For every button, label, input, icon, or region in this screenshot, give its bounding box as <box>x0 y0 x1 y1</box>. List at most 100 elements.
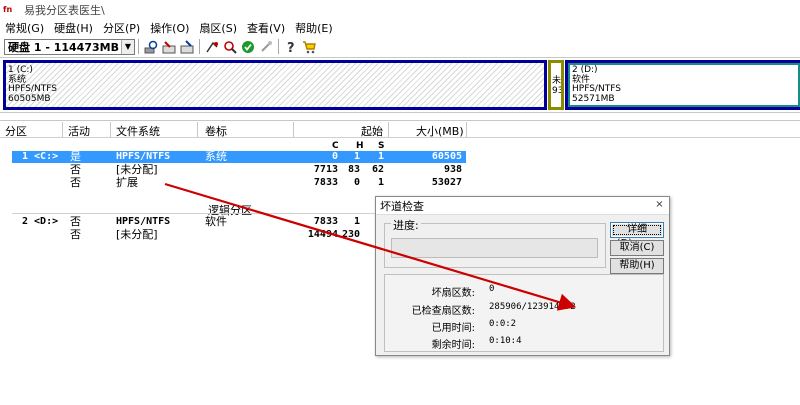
title-bar: fn 易我分区表医生\ <box>0 0 800 19</box>
bad-sector-icon[interactable] <box>204 39 220 55</box>
progress-label: 进度: <box>391 217 421 233</box>
column-separator <box>197 122 198 137</box>
check-icon[interactable] <box>240 39 256 55</box>
disk-map-partition-d[interactable]: 2 (D:) 软件 HPFS/NTFS 52571MB <box>565 60 800 110</box>
progress-bar <box>391 238 598 258</box>
partition-c-label: 系统 <box>8 74 27 85</box>
search-icon[interactable] <box>222 39 238 55</box>
column-header-filesystem[interactable]: 文件系统 <box>116 123 160 139</box>
column-header-label[interactable]: 卷标 <box>205 123 227 139</box>
row-start-c: 7833 <box>313 216 338 227</box>
disk-map-partition-c[interactable]: 1 (C:) 系统 HPFS/NTFS 60505MB <box>3 60 547 110</box>
toolbar-separator <box>138 39 139 54</box>
disk-search-icon[interactable] <box>143 39 159 55</box>
row-size: 53027 <box>431 177 462 188</box>
row-start-h: 0 <box>353 177 360 188</box>
details-button[interactable]: 详细(D)>>> <box>610 222 664 249</box>
svg-text:?: ? <box>287 41 295 54</box>
stats-panel: 坏扇区数: 0 已检查扇区数: 285906/123914572 已用时间: 0… <box>384 274 664 352</box>
stat-label: 坏扇区数: <box>431 288 475 299</box>
toolbar-separator <box>199 39 200 54</box>
menu-view[interactable]: 查看(V) <box>242 20 290 36</box>
table-row[interactable]: 1 <C:> 是 HPFS/NTFS 系统 0 1 1 60505 <box>0 151 800 163</box>
row-start-c: 7833 <box>313 177 338 188</box>
column-separator <box>293 122 294 137</box>
row-active: 否 <box>70 176 81 189</box>
partition-c-filesystem: HPFS/NTFS <box>8 84 57 94</box>
column-subheader-s: S <box>378 141 385 151</box>
column-header-partition[interactable]: 分区 <box>5 123 27 139</box>
menu-disk[interactable]: 硬盘(H) <box>49 20 98 36</box>
stat-label: 已检查扇区数: <box>411 306 475 317</box>
partition-recover-icon[interactable] <box>161 39 177 55</box>
row-size: 938 <box>443 164 462 175</box>
disk-map: 1 (C:) 系统 HPFS/NTFS 60505MB 未 93 2 (D:) … <box>0 57 800 113</box>
column-header-start[interactable]: 起始 <box>361 123 383 139</box>
row-filesystem: HPFS/NTFS <box>116 216 171 227</box>
stat-value: 0:10:4 <box>489 336 522 346</box>
partition-edit-icon[interactable] <box>179 39 195 55</box>
column-header-active[interactable]: 活动 <box>68 123 90 139</box>
stat-remaining-time: 剩余时间: 0:10:4 <box>385 336 665 351</box>
column-subheader-c: C <box>332 141 339 151</box>
menu-help[interactable]: 帮助(E) <box>290 20 338 36</box>
progress-group: 进度: <box>384 217 606 268</box>
close-icon[interactable]: × <box>654 200 665 211</box>
menu-sector[interactable]: 扇区(S) <box>194 20 242 36</box>
column-separator <box>466 122 467 137</box>
row-active: 否 <box>70 228 81 241</box>
stat-checked-sectors: 已检查扇区数: 285906/123914572 <box>385 302 665 317</box>
row-start-c: 0 <box>331 151 338 162</box>
table-row[interactable]: 否 扩展 7833 0 1 53027 <box>0 177 800 189</box>
menu-bar: 常规(G) 硬盘(H) 分区(P) 操作(O) 扇区(S) 查看(V) 帮助(E… <box>0 19 800 37</box>
row-start-h: 1 <box>353 151 360 162</box>
row-filesystem: 扩展 <box>116 176 138 189</box>
row-label: 软件 <box>205 215 227 228</box>
row-start-c: 14494 <box>307 229 338 240</box>
table-row[interactable]: 否 [未分配] 7713 83 62 938 <box>0 164 800 176</box>
disk-select[interactable]: 硬盘 1 - 114473MB ▼ <box>4 38 135 55</box>
row-filesystem: HPFS/NTFS <box>116 151 171 162</box>
column-separator <box>62 122 63 137</box>
undo-icon[interactable] <box>258 39 274 55</box>
toolbar: 硬盘 1 - 114473MB ▼ ? <box>0 37 800 56</box>
bad-sector-dialog: 坏道检查 × 进度: 详细(D)>>> 取消(C) 帮助(H) 坏扇区数: 0 … <box>375 196 670 356</box>
partition-d-size: 52571MB <box>572 93 615 104</box>
unallocated-size: 93 <box>552 85 564 96</box>
table-header: 分区 活动 文件系统 卷标 起始 大小(MB) <box>0 120 800 138</box>
row-start-s: 1 <box>377 151 384 162</box>
window-title: 易我分区表医生\ <box>24 3 105 17</box>
row-size: 60505 <box>431 151 462 162</box>
menu-general[interactable]: 常规(G) <box>0 20 49 36</box>
toolbar-separator <box>278 39 279 54</box>
row-active: 否 <box>70 163 81 176</box>
menu-operation[interactable]: 操作(O) <box>145 20 194 36</box>
column-subheader-h: H <box>356 141 364 151</box>
row-start-h: 230 <box>341 229 360 240</box>
dialog-title-bar[interactable]: 坏道检查 × <box>376 197 669 215</box>
row-partition: 2 <D:> <box>22 216 59 227</box>
menu-partition[interactable]: 分区(P) <box>98 20 145 36</box>
app-logo-icon: fn <box>3 4 13 14</box>
dialog-title: 坏道检查 <box>380 199 424 213</box>
partition-c-number: 1 (C:) <box>8 65 33 75</box>
disk-map-unallocated[interactable]: 未 93 <box>548 60 564 110</box>
row-active: 是 <box>70 150 81 163</box>
row-filesystem: [未分配] <box>116 228 158 241</box>
stat-elapsed-time: 已用时间: 0:0:2 <box>385 319 665 334</box>
row-start-s: 1 <box>377 177 384 188</box>
cancel-button[interactable]: 取消(C) <box>610 240 664 256</box>
disk-select-value: 硬盘 1 - 114473MB <box>8 40 119 54</box>
row-start-s: 62 <box>371 164 384 175</box>
row-partition: 1 <C:> <box>22 151 59 162</box>
stat-label: 已用时间: <box>431 323 475 334</box>
column-separator <box>388 122 389 137</box>
column-header-size[interactable]: 大小(MB) <box>416 123 464 139</box>
help-button[interactable]: 帮助(H) <box>610 258 664 274</box>
row-active: 否 <box>70 215 81 228</box>
stat-value: 285906/123914572 <box>489 302 576 312</box>
column-separator <box>110 122 111 137</box>
chevron-down-icon[interactable]: ▼ <box>121 39 134 54</box>
cart-icon[interactable] <box>301 39 317 55</box>
help-icon[interactable]: ? <box>283 39 299 55</box>
